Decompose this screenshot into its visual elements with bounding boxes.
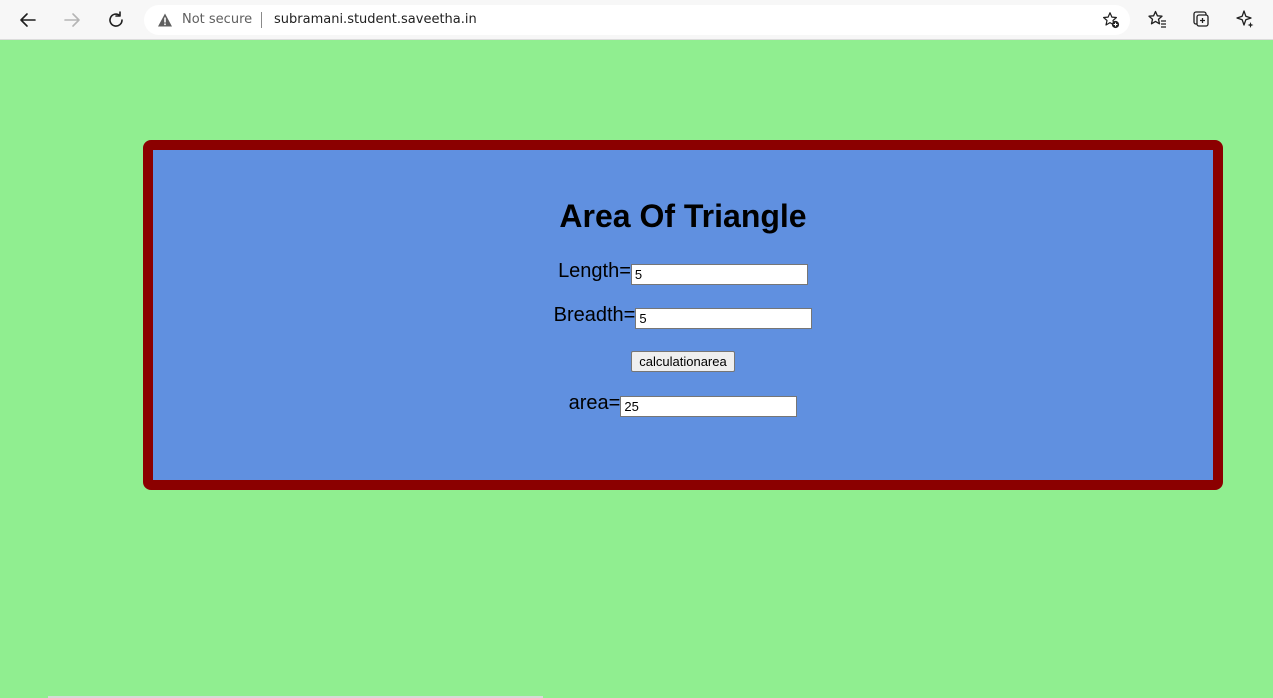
- area-output[interactable]: [620, 396, 798, 417]
- breadth-label: Breadth=: [553, 304, 636, 326]
- length-row: Length=: [153, 260, 1213, 286]
- address-bar[interactable]: Not secure subramani.student.saveetha.in: [144, 5, 1130, 35]
- favorites-button[interactable]: [1147, 9, 1169, 31]
- favorites-icon: [1148, 10, 1166, 28]
- copilot-button[interactable]: [1235, 9, 1257, 31]
- calculate-area-button[interactable]: calculationarea: [631, 351, 735, 372]
- collections-icon: [1193, 11, 1209, 27]
- back-arrow-icon: [20, 13, 36, 27]
- area-label: area=: [568, 392, 621, 414]
- length-input[interactable]: [630, 264, 808, 285]
- copilot-icon: [1236, 10, 1254, 28]
- calculator-box: Area Of Triangle Length= Breadth= calcul…: [143, 140, 1223, 490]
- warning-icon[interactable]: [157, 12, 173, 28]
- breadth-input[interactable]: [635, 308, 813, 329]
- security-status-label[interactable]: Not secure: [182, 12, 252, 27]
- breadth-row: Breadth=: [153, 304, 1213, 330]
- url-text[interactable]: subramani.student.saveetha.in: [274, 12, 477, 27]
- area-row: area=: [153, 392, 1213, 418]
- length-label: Length=: [558, 260, 631, 282]
- forward-button[interactable]: [58, 6, 86, 34]
- collections-button[interactable]: [1191, 9, 1213, 31]
- button-row: calculationarea: [153, 351, 1213, 372]
- forward-arrow-icon: [64, 13, 80, 27]
- refresh-icon: [109, 11, 123, 27]
- refresh-button[interactable]: [102, 6, 130, 34]
- page-title: Area Of Triangle: [559, 198, 807, 234]
- browser-toolbar: Not secure subramani.student.saveetha.in: [0, 0, 1273, 40]
- add-favorite-icon[interactable]: [1102, 11, 1120, 29]
- address-divider: [261, 12, 262, 28]
- back-button[interactable]: [14, 6, 42, 34]
